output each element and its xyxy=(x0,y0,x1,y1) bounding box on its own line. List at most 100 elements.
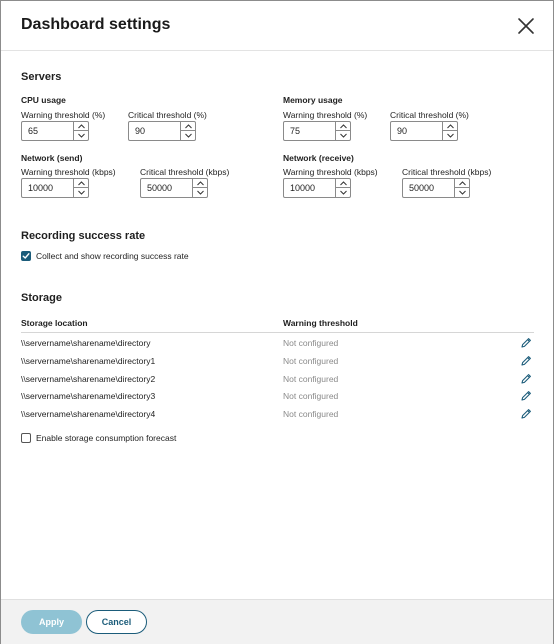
chevron-down-icon xyxy=(184,133,192,138)
dashboard-settings-dialog: Dashboard settings Servers CPU usage War… xyxy=(0,0,554,644)
increment-button[interactable] xyxy=(443,122,457,131)
storage-location-cell: \\servername\sharename\directory3 xyxy=(21,391,156,401)
warning-threshold-cell: Not configured xyxy=(283,409,339,419)
chevron-up-icon xyxy=(446,123,454,128)
stepper-buttons xyxy=(442,122,457,140)
close-icon[interactable] xyxy=(517,17,535,35)
recording-section-title: Recording success rate xyxy=(21,230,146,242)
chevron-down-icon xyxy=(446,133,454,138)
apply-button[interactable]: Apply xyxy=(21,610,82,634)
cpu-warning-input[interactable] xyxy=(22,122,74,140)
dialog-title: Dashboard settings xyxy=(21,16,171,33)
decrement-button[interactable] xyxy=(455,188,469,197)
edit-pencil-icon[interactable] xyxy=(520,354,532,366)
stepper-buttons xyxy=(180,122,195,140)
memory-usage-label: Memory usage xyxy=(283,95,343,105)
recording-checkbox-label[interactable]: Collect and show recording success rate xyxy=(36,251,189,261)
storage-location-cell: \\servername\sharename\directory1 xyxy=(21,356,156,366)
network-receive-warning-input[interactable] xyxy=(284,179,336,197)
edit-pencil-icon[interactable] xyxy=(520,407,532,419)
forecast-checkbox[interactable] xyxy=(21,433,31,443)
chevron-down-icon xyxy=(196,190,204,195)
column-header-threshold: Warning threshold xyxy=(283,318,358,328)
increment-button[interactable] xyxy=(336,179,350,188)
decrement-button[interactable] xyxy=(336,131,350,140)
warning-threshold-cell: Not configured xyxy=(283,356,339,366)
cpu-usage-label: CPU usage xyxy=(21,95,66,105)
warning-threshold-cell: Not configured xyxy=(283,374,339,384)
cpu-warning-label: Warning threshold (%) xyxy=(21,110,106,120)
recording-checkbox[interactable] xyxy=(21,251,31,261)
edit-pencil-icon[interactable] xyxy=(520,389,532,401)
warning-threshold-cell: Not configured xyxy=(283,391,339,401)
chevron-up-icon xyxy=(77,180,85,185)
storage-section-title: Storage xyxy=(21,292,62,304)
decrement-button[interactable] xyxy=(181,131,195,140)
checkmark-icon xyxy=(22,253,30,259)
network-receive-critical-stepper xyxy=(402,178,470,198)
stepper-buttons xyxy=(73,122,88,140)
chevron-down-icon xyxy=(77,190,85,195)
cpu-critical-input[interactable] xyxy=(129,122,181,140)
storage-location-cell: \\servername\sharename\directory4 xyxy=(21,409,156,419)
memory-warning-input[interactable] xyxy=(284,122,336,140)
stepper-buttons xyxy=(192,179,207,197)
chevron-up-icon xyxy=(339,180,347,185)
chevron-up-icon xyxy=(339,123,347,128)
chevron-up-icon xyxy=(196,180,204,185)
chevron-up-icon xyxy=(77,123,85,128)
network-receive-critical-input[interactable] xyxy=(403,179,455,197)
chevron-up-icon xyxy=(184,123,192,128)
memory-critical-input[interactable] xyxy=(391,122,443,140)
stepper-buttons xyxy=(335,179,350,197)
chevron-up-icon xyxy=(458,180,466,185)
servers-section-title: Servers xyxy=(21,71,62,83)
network-receive-warning-label: Warning threshold (kbps) xyxy=(283,167,378,177)
memory-warning-label: Warning threshold (%) xyxy=(283,110,368,120)
storage-location-cell: \\servername\sharename\directory xyxy=(21,338,151,348)
decrement-button[interactable] xyxy=(74,131,88,140)
network-send-label: Network (send) xyxy=(21,153,83,163)
dialog-header: Dashboard settings xyxy=(1,1,553,51)
decrement-button[interactable] xyxy=(336,188,350,197)
memory-critical-label: Critical threshold (%) xyxy=(390,110,469,120)
cpu-critical-label: Critical threshold (%) xyxy=(128,110,207,120)
table-header-divider xyxy=(21,332,534,333)
edit-pencil-icon[interactable] xyxy=(520,336,532,348)
increment-button[interactable] xyxy=(74,122,88,131)
cpu-warning-stepper xyxy=(21,121,89,141)
memory-critical-stepper xyxy=(390,121,458,141)
dialog-footer: Apply Cancel xyxy=(1,599,553,644)
forecast-checkbox-label[interactable]: Enable storage consumption forecast xyxy=(36,433,176,443)
chevron-down-icon xyxy=(339,133,347,138)
decrement-button[interactable] xyxy=(193,188,207,197)
increment-button[interactable] xyxy=(193,179,207,188)
column-header-location: Storage location xyxy=(21,318,88,328)
decrement-button[interactable] xyxy=(443,131,457,140)
chevron-down-icon xyxy=(458,190,466,195)
network-send-critical-input[interactable] xyxy=(141,179,193,197)
chevron-down-icon xyxy=(339,190,347,195)
network-send-warning-input[interactable] xyxy=(22,179,74,197)
network-receive-warning-stepper xyxy=(283,178,351,198)
network-receive-critical-label: Critical threshold (kbps) xyxy=(402,167,492,177)
increment-button[interactable] xyxy=(181,122,195,131)
increment-button[interactable] xyxy=(336,122,350,131)
network-send-critical-label: Critical threshold (kbps) xyxy=(140,167,230,177)
increment-button[interactable] xyxy=(74,179,88,188)
chevron-down-icon xyxy=(77,133,85,138)
cpu-critical-stepper xyxy=(128,121,196,141)
warning-threshold-cell: Not configured xyxy=(283,338,339,348)
network-send-warning-stepper xyxy=(21,178,89,198)
network-send-warning-label: Warning threshold (kbps) xyxy=(21,167,116,177)
stepper-buttons xyxy=(335,122,350,140)
memory-warning-stepper xyxy=(283,121,351,141)
network-receive-label: Network (receive) xyxy=(283,153,354,163)
stepper-buttons xyxy=(454,179,469,197)
decrement-button[interactable] xyxy=(74,188,88,197)
storage-location-cell: \\servername\sharename\directory2 xyxy=(21,374,156,384)
stepper-buttons xyxy=(73,179,88,197)
increment-button[interactable] xyxy=(455,179,469,188)
edit-pencil-icon[interactable] xyxy=(520,372,532,384)
cancel-button[interactable]: Cancel xyxy=(86,610,147,634)
